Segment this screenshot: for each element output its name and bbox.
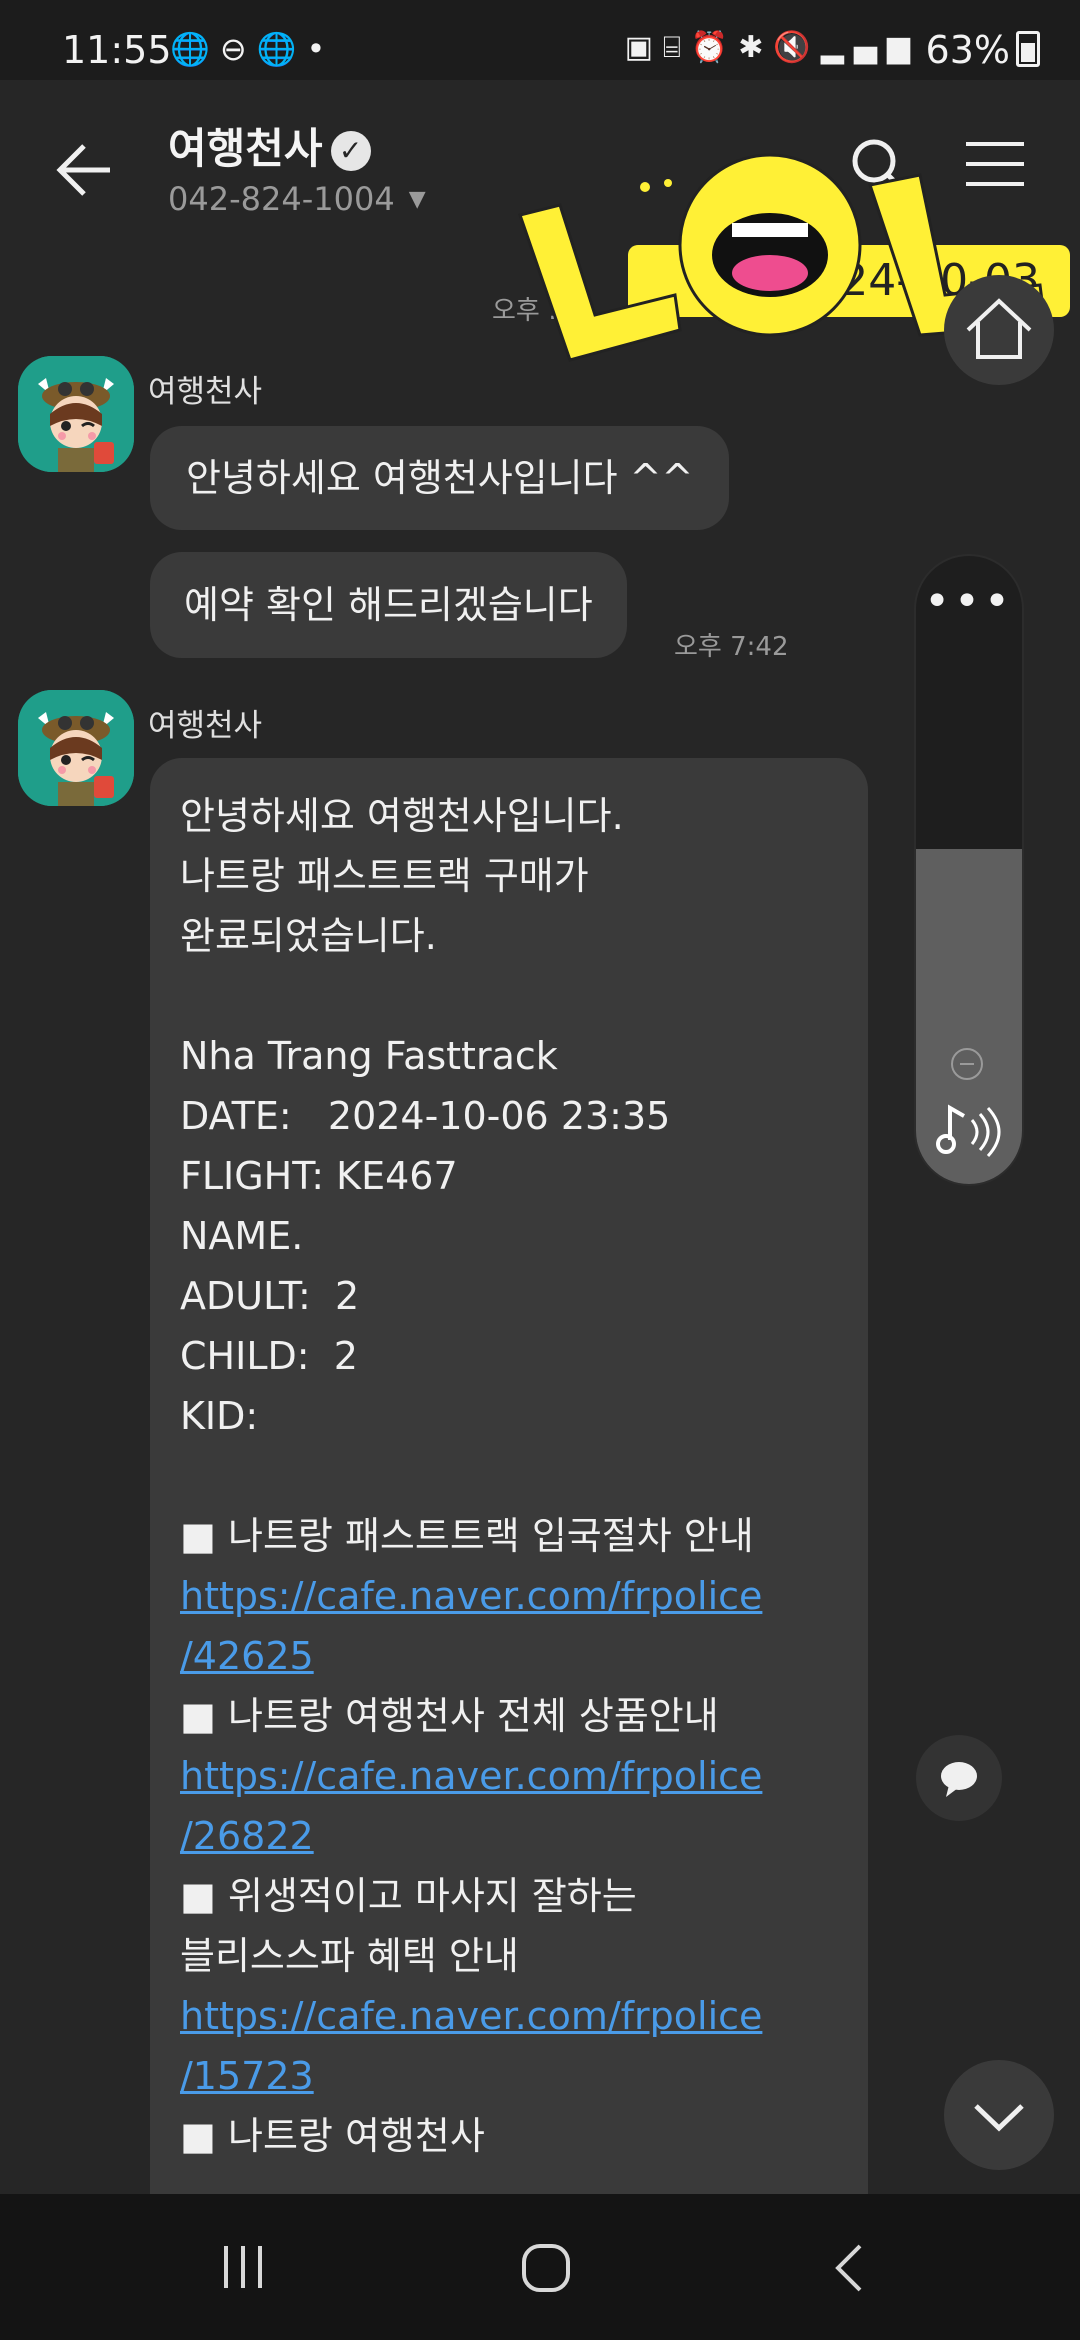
link-line: /15723 <box>180 2054 314 2098</box>
home-button[interactable] <box>944 275 1054 385</box>
status-bar: 11:55 🌐⊖🌐• ▣⌸⏰✱🔇▂▄▆ 63% <box>0 0 1080 80</box>
link-line: /26822 <box>180 1814 314 1858</box>
volume-panel[interactable]: ••• <box>916 556 1022 1184</box>
more-options-icon[interactable]: ••• <box>916 576 1022 627</box>
speech-bubble-icon <box>941 1762 977 1797</box>
phone-dropdown[interactable]: 042-824-1004 ▼ <box>168 180 426 218</box>
alarm-icon: ⏰ <box>690 30 739 65</box>
sender-name: 여행천사 <box>148 708 263 744</box>
back-nav-button[interactable] <box>820 2240 880 2300</box>
globe-icon: 🌐 <box>170 30 220 68</box>
link-line: https://cafe.naver.com/frpolice <box>180 1574 763 1618</box>
message-line: NAME. <box>180 1214 304 1258</box>
scroll-down-button[interactable] <box>944 2060 1054 2170</box>
minus-circle-icon: ⊖ <box>219 30 257 68</box>
system-nav-bar <box>0 2194 1080 2340</box>
arrow-left-icon <box>56 144 110 196</box>
chevron-down-icon <box>974 2104 1024 2132</box>
status-time: 11:55 <box>62 28 172 72</box>
message-line: ■ 나트랑 여행천사 전체 상품안내 <box>180 1694 719 1738</box>
angel-character-icon <box>18 356 134 472</box>
verified-check-icon: ✓ <box>330 131 371 171</box>
dot-icon: • <box>306 30 336 68</box>
message-line: ADULT: 2 <box>180 1274 360 1318</box>
bluetooth-icon: ✱ <box>738 30 774 65</box>
message-line: ■ 나트랑 패스트트랙 입국절차 안내 <box>180 1514 754 1558</box>
link-line: https://cafe.naver.com/frpolice <box>180 1754 763 1798</box>
bed-icon: ⌸ <box>662 30 691 65</box>
volume-minus-icon <box>951 1048 983 1080</box>
message-time: 오후 7:42 <box>674 632 789 662</box>
message-line: 나트랑 패스트트랙 구매가 <box>180 854 589 898</box>
globe-icon: 🌐 <box>256 30 307 68</box>
quick-reply-button[interactable] <box>916 1735 1002 1821</box>
chat-title-text: 여행천사 <box>168 124 323 173</box>
link-15723[interactable]: https://cafe.naver.com/frpolice/15723 <box>180 1986 838 2106</box>
message-line <box>180 966 838 1026</box>
message-bubble[interactable]: 예약 확인 해드리겠습니다 <box>150 552 627 658</box>
message-line: 완료되었습니다. <box>180 914 437 958</box>
message-line: FLIGHT: KE467 <box>180 1154 458 1198</box>
message-line: 안녕하세요 여행천사입니다. <box>180 794 624 838</box>
home-nav-button[interactable] <box>516 2238 576 2298</box>
battery-percent: 63% <box>925 28 1010 72</box>
message-line: DATE: 2024-10-06 23:35 <box>180 1094 671 1138</box>
signal-icon: ▂▄▆ <box>820 30 920 65</box>
message-line: ■ 위생적이고 마사지 잘하는 <box>180 1874 637 1918</box>
link-42625[interactable]: https://cafe.naver.com/frpolice/42625 <box>180 1566 838 1686</box>
chat-title[interactable]: 여행천사 ✓ <box>168 115 371 176</box>
phone-number: 042-824-1004 <box>168 180 395 218</box>
message-bubble[interactable]: 안녕하세요 여행천사입니다 ^^ <box>150 426 730 530</box>
back-button[interactable] <box>50 135 120 205</box>
message-line: ■ 나트랑 여행천사 <box>180 2114 485 2158</box>
mute-icon: 🔇 <box>773 30 821 65</box>
sender-avatar[interactable] <box>18 690 134 806</box>
sim-icon: ▣ <box>624 30 663 65</box>
link-line: https://cafe.naver.com/frpolice <box>180 1994 763 2038</box>
link-line: /42625 <box>180 1634 314 1678</box>
status-notification-icons: 🌐⊖🌐• <box>170 30 335 68</box>
home-icon <box>966 298 1032 359</box>
message-line: KID: <box>180 1394 259 1438</box>
link-26822[interactable]: https://cafe.naver.com/frpolice/26822 <box>180 1746 838 1866</box>
message-line: CHILD: 2 <box>180 1334 358 1378</box>
message-line: Nha Trang Fasttrack <box>180 1034 558 1078</box>
music-note-icon[interactable] <box>934 1096 1004 1166</box>
message-bubble-long[interactable]: 안녕하세요 여행천사입니다. 나트랑 패스트트랙 구매가완료되었습니다. Nha T… <box>150 758 868 2258</box>
angel-character-icon <box>18 690 134 806</box>
recent-apps-button[interactable] <box>216 2240 270 2294</box>
sender-name: 여행천사 <box>148 374 263 410</box>
sender-avatar[interactable] <box>18 356 134 472</box>
message-line <box>180 1446 838 1506</box>
battery-indicator: 63% <box>926 28 1040 72</box>
battery-icon <box>1016 31 1040 67</box>
caret-down-icon: ▼ <box>408 187 426 212</box>
message-line: 블리스스파 혜택 안내 <box>180 1934 519 1978</box>
status-system-icons: ▣⌸⏰✱🔇▂▄▆ <box>625 30 920 65</box>
